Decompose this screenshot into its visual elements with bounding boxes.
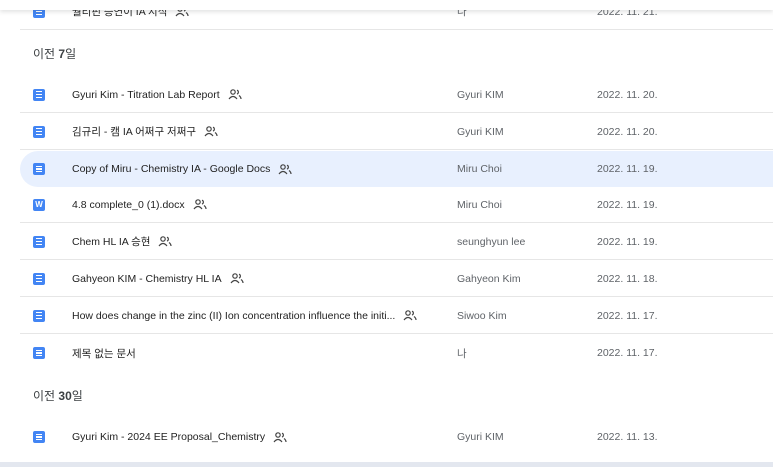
file-row[interactable]: W 4.8 complete_0 (1).docx Miru Choi 2022. 1… bbox=[20, 187, 773, 223]
file-owner: Gyuri KIM bbox=[457, 431, 504, 443]
file-title: How does change in the zinc (II) Ion con… bbox=[72, 309, 396, 322]
shared-icon bbox=[228, 89, 242, 100]
file-date: 2022. 11. 13. bbox=[597, 431, 658, 443]
file-row[interactable]: Copy of Miru - Chemistry IA - Google Doc… bbox=[20, 151, 773, 187]
file-row[interactable]: How does change in the zinc (II) Ion con… bbox=[20, 298, 773, 334]
shared-icon bbox=[278, 163, 293, 174]
file-owner: Siwoo Kim bbox=[457, 309, 507, 322]
file-title: Copy of Miru - Chemistry IA - Google Doc… bbox=[72, 163, 271, 175]
word-icon: W bbox=[33, 198, 45, 211]
google-docs-icon bbox=[33, 309, 45, 322]
file-title: 제목 없는 문서 bbox=[72, 347, 136, 360]
file-owner: Gyuri KIM bbox=[457, 88, 504, 101]
shared-icon bbox=[193, 199, 207, 210]
file-title: Gahyeon KIM - Chemistry HL IA bbox=[72, 272, 222, 285]
file-row[interactable]: Gyuri Kim - Titration Lab Report Gyuri KI… bbox=[20, 77, 773, 113]
file-date: 2022. 11. 18. bbox=[597, 272, 658, 285]
file-row[interactable]: Chem HL IA 승현 seunghyun lee 2022. 11. 19. bbox=[20, 224, 773, 260]
shared-icon bbox=[230, 273, 244, 284]
file-date: 2022. 11. 20. bbox=[597, 88, 658, 101]
file-date: 2022. 11. 17. bbox=[597, 309, 658, 322]
google-docs-icon bbox=[33, 431, 45, 443]
google-docs-icon bbox=[33, 272, 45, 285]
file-date: 2022. 11. 19. bbox=[597, 163, 658, 175]
google-docs-icon bbox=[33, 347, 45, 359]
shared-icon bbox=[159, 236, 173, 247]
google-docs-icon bbox=[33, 88, 45, 101]
shared-icon bbox=[204, 126, 218, 137]
toolbar-shadow bbox=[0, 0, 773, 10]
section-header: 이전 30일 bbox=[33, 389, 83, 403]
file-row[interactable]: 김규리 - 캠 IA 어쩌구 저쩌구 Gyuri KIM 2022. 11. 20. bbox=[20, 114, 773, 150]
file-owner: Gahyeon Kim bbox=[457, 272, 521, 285]
horizontal-scrollbar[interactable] bbox=[0, 462, 773, 467]
file-owner: Gyuri KIM bbox=[457, 125, 504, 138]
file-row[interactable]: 제목 없는 문서 나 2022. 11. 17. bbox=[20, 335, 773, 371]
google-docs-icon bbox=[33, 235, 45, 248]
file-row[interactable]: Gahyeon KIM - Chemistry HL IA Gahyeon Kim… bbox=[20, 261, 773, 297]
file-owner: seunghyun lee bbox=[457, 235, 526, 248]
file-date: 2022. 11. 19. bbox=[597, 235, 658, 248]
file-title: 김규리 - 캠 IA 어쩌구 저쩌구 bbox=[72, 126, 197, 138]
google-docs-icon bbox=[33, 125, 45, 138]
file-owner: Miru Choi bbox=[457, 163, 502, 175]
file-date: 2022. 11. 20. bbox=[597, 125, 658, 138]
shared-icon bbox=[273, 431, 287, 442]
file-date: 2022. 11. 19. bbox=[597, 198, 658, 211]
file-row[interactable]: Gyuri Kim - 2024 EE Proposal_Chemistry Gy… bbox=[20, 419, 773, 455]
file-title: Gyuri Kim - Titration Lab Report bbox=[72, 88, 220, 101]
file-owner: Miru Choi bbox=[457, 198, 502, 211]
file-title: Chem HL IA 승현 bbox=[72, 236, 151, 248]
file-title: Gyuri Kim - 2024 EE Proposal_Chemistry bbox=[72, 431, 266, 443]
shared-icon bbox=[403, 310, 417, 321]
file-owner: 나 bbox=[457, 347, 467, 360]
section-header: 이전 7일 bbox=[33, 47, 77, 61]
google-docs-icon bbox=[33, 163, 45, 175]
file-title: 4.8 complete_0 (1).docx bbox=[72, 198, 185, 211]
file-date: 2022. 11. 17. bbox=[597, 347, 658, 359]
